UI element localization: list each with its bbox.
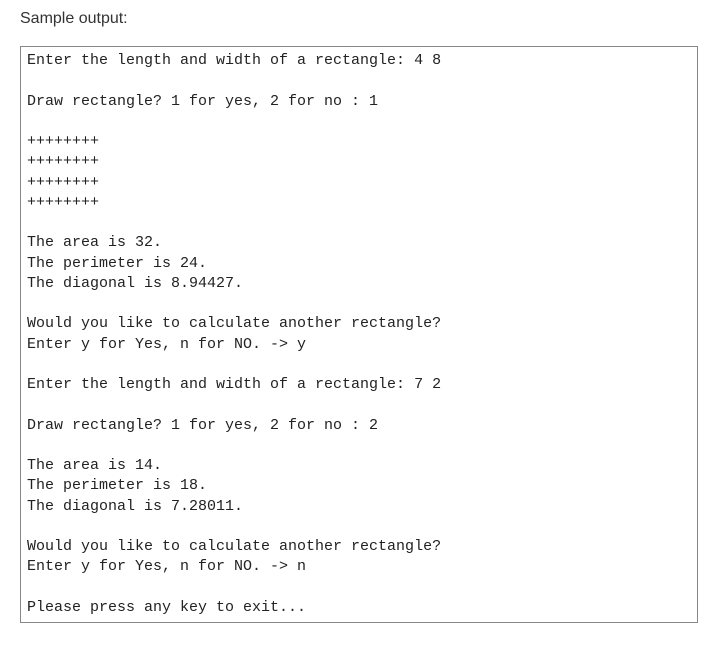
document-container: Sample output: Enter the length and widt… [0,0,718,643]
console-output: Enter the length and width of a rectangl… [20,46,698,623]
sample-output-heading: Sample output: [20,10,698,28]
